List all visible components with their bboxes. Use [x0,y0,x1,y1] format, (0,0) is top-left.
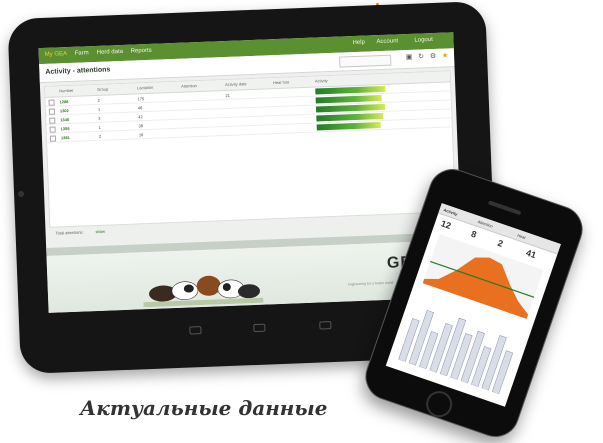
nav-item-reports[interactable]: Reports [131,48,152,55]
recent-apps-icon[interactable] [319,321,332,330]
lactation-cell: 16 [138,132,144,138]
cow-number-link[interactable]: 1302 [60,108,69,113]
lactation-cell: 46 [137,105,143,111]
phone-number-1: 12 [439,218,453,231]
group-cell: 2 [97,97,100,103]
nav-item-my-gea[interactable]: My GEA [45,51,68,58]
star-icon[interactable]: ★ [441,52,449,60]
camera-icon [17,190,25,198]
phone-tab-attention[interactable]: Attention [477,219,494,229]
back-icon[interactable] [189,326,202,335]
home-button[interactable] [422,387,456,421]
activity-bar [315,103,386,113]
column-activity-date[interactable]: Activity date [225,81,247,87]
cow-number-link[interactable]: 1288 [59,99,68,104]
heat-cell: 21 [225,92,230,98]
home-icon[interactable] [253,323,266,333]
phone-number-3: 2 [496,237,505,249]
phone-screen: Activity Attention Heat 12 8 2 41 [385,203,561,407]
cow-number-link[interactable]: 1381 [61,135,70,140]
page-title: Activity - attentions [45,66,111,76]
footer-link[interactable]: show [95,229,105,234]
cows-image [143,275,264,308]
column-activity[interactable]: Activity [315,78,328,83]
phone-number-2: 8 [469,228,478,240]
footer-label: Total attentions: [55,229,84,236]
attentions-table: Number Group Lactation Attention Activit… [43,70,457,228]
row-checkbox[interactable] [49,126,56,133]
phone-tab-heat[interactable]: Heat [517,233,527,240]
lactation-cell: 175 [137,96,145,102]
settings-icon[interactable]: ⚙ [429,53,437,61]
cow-number-link[interactable]: 1355 [61,126,70,131]
nav-item-herd-data[interactable]: Herd data [97,49,124,56]
refresh-icon[interactable]: ↻ [417,53,425,61]
column-lactation[interactable]: Lactation [137,85,153,91]
lactation-cell: 42 [138,114,143,120]
column-number[interactable]: Number [59,88,73,94]
column-group[interactable]: Group [97,86,108,91]
caption: Актуальные данные [80,396,328,420]
nav-item-logout[interactable]: Logout [414,37,433,44]
group-cell: 1 [97,106,101,112]
activity-bar [315,94,382,104]
group-cell: 3 [98,115,101,121]
nav-item-farm[interactable]: Farm [75,50,89,57]
row-checkbox[interactable] [49,117,56,124]
column-attention[interactable]: Attention [181,83,197,89]
nav-item-help[interactable]: Help [352,40,365,46]
row-checkbox[interactable] [48,108,56,115]
activity-bar [316,122,381,131]
row-checkbox[interactable] [49,135,57,142]
column-heat-hint[interactable]: Heat hint [273,80,289,86]
group-cell: 1 [98,124,101,130]
group-cell: 2 [98,133,102,139]
print-icon[interactable]: ▣ [405,54,413,62]
phone-number-4: 41 [524,247,538,261]
activity-bar [316,112,384,122]
row-checkbox[interactable] [48,99,55,106]
tablet-softkeys [179,317,339,337]
lactation-cell: 38 [138,123,144,129]
nav-item-account[interactable]: Account [376,38,398,45]
speaker-icon [487,200,522,216]
cow-number-link[interactable]: 1340 [60,117,69,122]
search-input[interactable] [339,54,392,68]
phone-tab-activity[interactable]: Activity [443,207,458,216]
